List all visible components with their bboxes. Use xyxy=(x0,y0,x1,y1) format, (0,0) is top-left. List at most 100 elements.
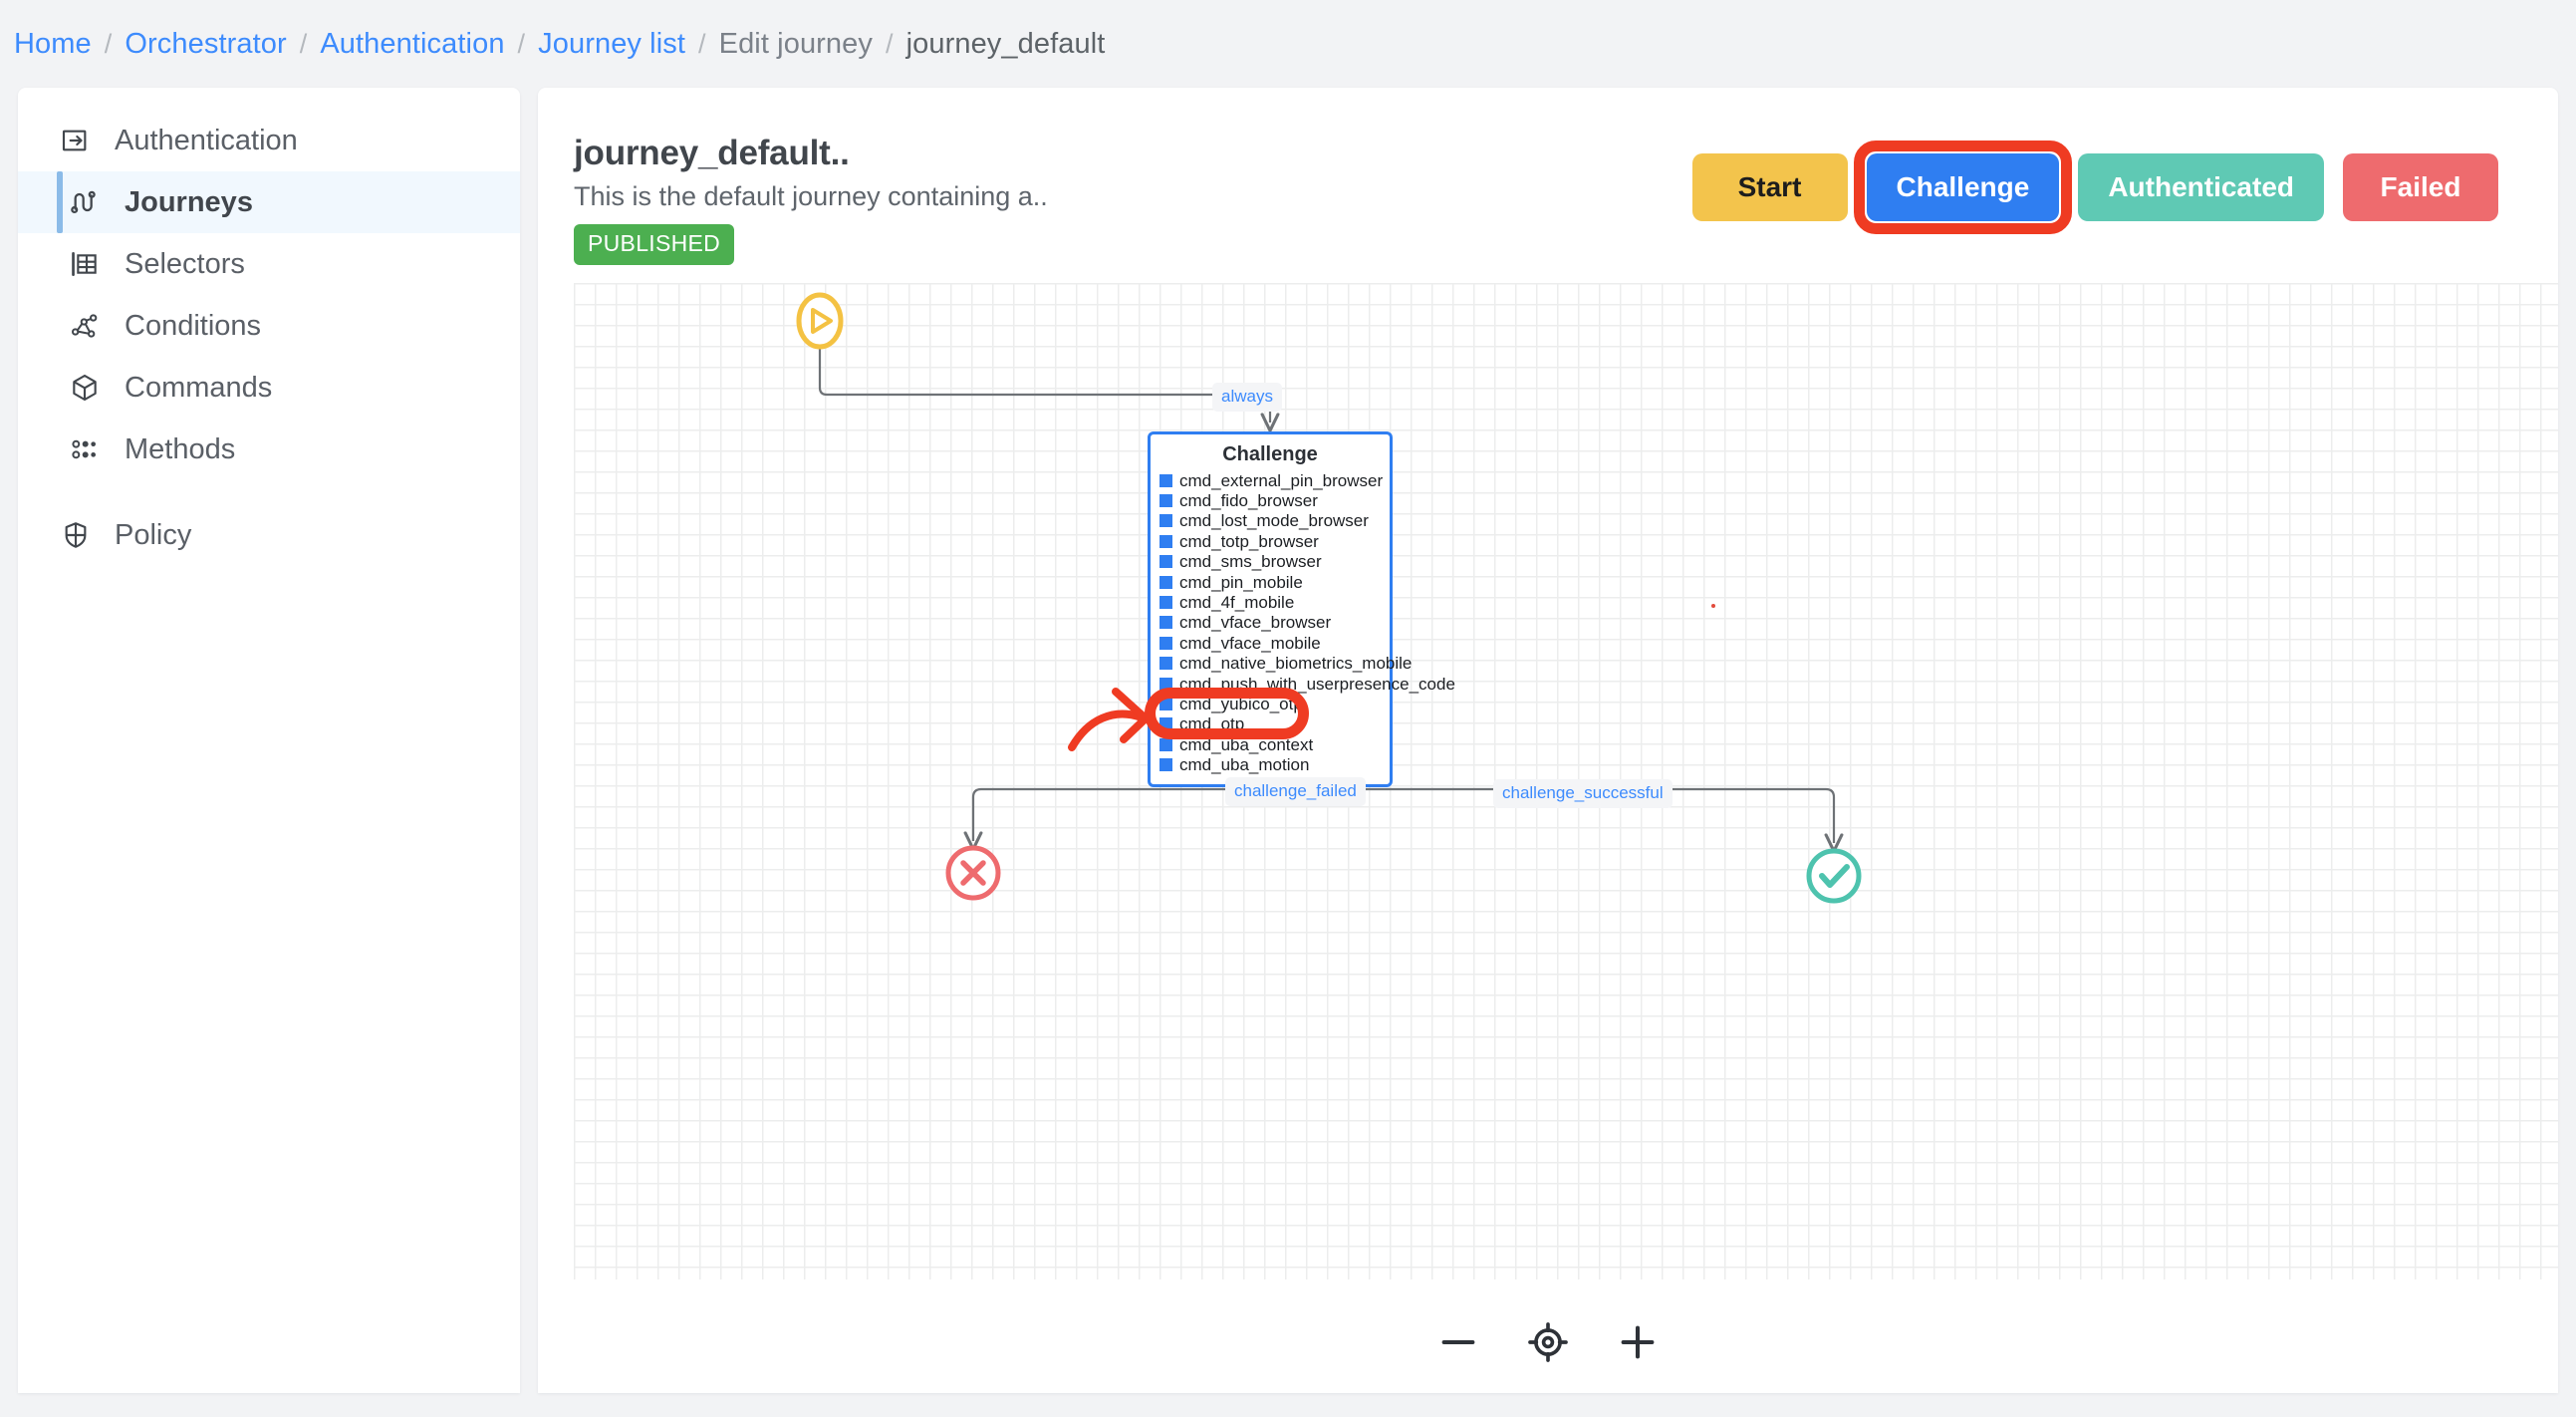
challenge-command-row[interactable]: cmd_yubico_otp xyxy=(1151,694,1390,713)
command-swatch-icon xyxy=(1159,636,1172,650)
command-swatch-icon xyxy=(1159,616,1172,630)
sidebar-item-selectors[interactable]: Selectors xyxy=(18,233,520,295)
breadcrumb-separator: / xyxy=(698,28,706,59)
sidebar-item-authentication[interactable]: Authentication xyxy=(18,110,520,171)
challenge-command-row[interactable]: cmd_totp_browser xyxy=(1151,531,1390,551)
challenge-command-row[interactable]: cmd_vface_browser xyxy=(1151,613,1390,633)
breadcrumb-item-orchestrator[interactable]: Orchestrator xyxy=(125,28,286,61)
sidebar-item-label: Conditions xyxy=(125,309,262,342)
edge-label-challenge-failed: challenge_failed xyxy=(1225,777,1366,806)
sidebar-item-journeys[interactable]: Journeys xyxy=(18,171,520,233)
sidebar-item-conditions[interactable]: Conditions xyxy=(18,295,520,357)
command-label: cmd_sms_browser xyxy=(1179,552,1322,572)
command-swatch-icon xyxy=(1159,758,1172,772)
plus-icon xyxy=(1621,1325,1655,1359)
command-swatch-icon xyxy=(1159,473,1172,487)
sidebar-item-label: Commands xyxy=(125,371,273,404)
flow-canvas[interactable]: Challenge cmd_external_pin_browser cmd_fi… xyxy=(574,283,2558,1279)
challenge-command-row[interactable]: cmd_native_biometrics_mobile xyxy=(1151,654,1412,674)
challenge-button[interactable]: Challenge xyxy=(1866,153,2060,221)
success-node[interactable] xyxy=(1806,848,1862,904)
failed-node[interactable] xyxy=(945,845,1001,901)
challenge-command-row[interactable]: cmd_external_pin_browser xyxy=(1151,470,1390,490)
challenge-command-row[interactable]: cmd_uba_motion xyxy=(1151,754,1390,774)
sidebar-item-label: Methods xyxy=(125,432,236,465)
start-node[interactable] xyxy=(796,292,844,350)
page-shell: Authentication Journeys Selectors Condit… xyxy=(0,88,2576,1417)
command-label: cmd_lost_mode_browser xyxy=(1179,511,1369,531)
sidebar-item-label: Policy xyxy=(115,518,192,551)
shield-icon xyxy=(58,517,94,553)
breadcrumb-item-journey-list[interactable]: Journey list xyxy=(538,28,685,61)
breadcrumb-item-authentication[interactable]: Authentication xyxy=(320,28,504,61)
challenge-command-row[interactable]: cmd_uba_context xyxy=(1151,734,1390,754)
command-label: cmd_push_with_userpresence_code xyxy=(1179,674,1455,694)
command-swatch-icon xyxy=(1159,697,1172,710)
command-swatch-icon xyxy=(1159,534,1172,548)
command-swatch-icon xyxy=(1159,717,1172,731)
challenge-button-highlight-wrap: Challenge xyxy=(1853,141,2073,234)
challenge-command-row[interactable]: cmd_push_with_userpresence_code xyxy=(1151,674,1455,694)
canvas-dot-marker xyxy=(1711,604,1715,608)
command-swatch-icon xyxy=(1159,494,1172,508)
challenge-command-row[interactable]: cmd_otp xyxy=(1151,714,1390,734)
command-swatch-icon xyxy=(1159,514,1172,528)
challenge-command-row[interactable]: cmd_vface_mobile xyxy=(1151,633,1390,653)
challenge-command-list: cmd_external_pin_browser cmd_fido_browser… xyxy=(1151,470,1455,775)
dots-grid-icon xyxy=(67,431,103,467)
breadcrumb: Home / Orchestrator / Authentication / Journey… xyxy=(0,0,2576,88)
command-label: cmd_totp_browser xyxy=(1179,531,1319,551)
command-label: cmd_uba_motion xyxy=(1179,755,1310,775)
challenge-command-row[interactable]: cmd_pin_mobile xyxy=(1151,572,1390,592)
command-label: cmd_vface_browser xyxy=(1179,613,1332,633)
title-block: journey_default.. This is the default jo… xyxy=(574,126,1048,265)
sidebar-item-label: Selectors xyxy=(125,247,245,280)
breadcrumb-item-edit-journey: Edit journey xyxy=(718,27,873,60)
breadcrumb-item-home[interactable]: Home xyxy=(14,28,92,61)
sidebar-item-label: Journeys xyxy=(125,185,253,218)
main-panel: journey_default.. This is the default jo… xyxy=(538,88,2558,1393)
edge-label-challenge-successful: challenge_successful xyxy=(1493,779,1673,808)
command-swatch-icon xyxy=(1159,657,1172,671)
status-badge: PUBLISHED xyxy=(574,224,735,265)
conditions-network-icon xyxy=(67,308,103,344)
sidebar-item-methods[interactable]: Methods xyxy=(18,419,520,480)
action-buttons: Start Challenge Authenticated Failed xyxy=(1691,126,2517,234)
zoom-out-button[interactable] xyxy=(1431,1315,1485,1369)
failed-button[interactable]: Failed xyxy=(2343,153,2498,221)
zoom-in-button[interactable] xyxy=(1611,1315,1665,1369)
authenticated-button[interactable]: Authenticated xyxy=(2078,153,2324,221)
challenge-command-row[interactable]: cmd_4f_mobile xyxy=(1151,592,1390,612)
zoom-controls xyxy=(538,1315,2558,1369)
challenge-node-title: Challenge xyxy=(1222,443,1318,465)
breadcrumb-separator: / xyxy=(299,28,308,59)
breadcrumb-separator: / xyxy=(517,28,526,59)
sidebar-divider-space xyxy=(18,480,520,504)
command-swatch-icon xyxy=(1159,737,1172,751)
challenge-command-row[interactable]: cmd_lost_mode_browser xyxy=(1151,511,1390,531)
sidebar-item-commands[interactable]: Commands xyxy=(18,357,520,419)
sidebar-item-policy[interactable]: Policy xyxy=(18,504,520,566)
command-label: cmd_uba_context xyxy=(1179,734,1314,754)
table-selector-icon xyxy=(67,246,103,282)
command-label: cmd_pin_mobile xyxy=(1179,572,1303,592)
main-header: journey_default.. This is the default jo… xyxy=(538,88,2558,277)
challenge-command-row[interactable]: cmd_fido_browser xyxy=(1151,490,1390,510)
command-label: cmd_4f_mobile xyxy=(1179,593,1295,613)
command-label: cmd_external_pin_browser xyxy=(1179,470,1384,490)
edge-label-always: always xyxy=(1212,383,1282,412)
challenge-command-row[interactable]: cmd_sms_browser xyxy=(1151,552,1390,572)
minus-icon xyxy=(1441,1339,1475,1345)
journey-graph-icon xyxy=(67,184,103,220)
login-arrow-icon xyxy=(58,123,94,158)
command-swatch-icon xyxy=(1159,575,1172,589)
fit-view-button[interactable] xyxy=(1521,1315,1575,1369)
sidebar-item-label: Authentication xyxy=(115,124,298,156)
command-label: cmd_yubico_otp xyxy=(1179,694,1303,713)
command-swatch-icon xyxy=(1159,596,1172,610)
sidebar: Authentication Journeys Selectors Condit… xyxy=(18,88,520,1393)
challenge-node[interactable]: Challenge cmd_external_pin_browser cmd_fi… xyxy=(1148,431,1455,787)
start-button[interactable]: Start xyxy=(1691,153,1848,221)
command-swatch-icon xyxy=(1159,677,1172,691)
breadcrumb-separator: / xyxy=(885,28,894,59)
